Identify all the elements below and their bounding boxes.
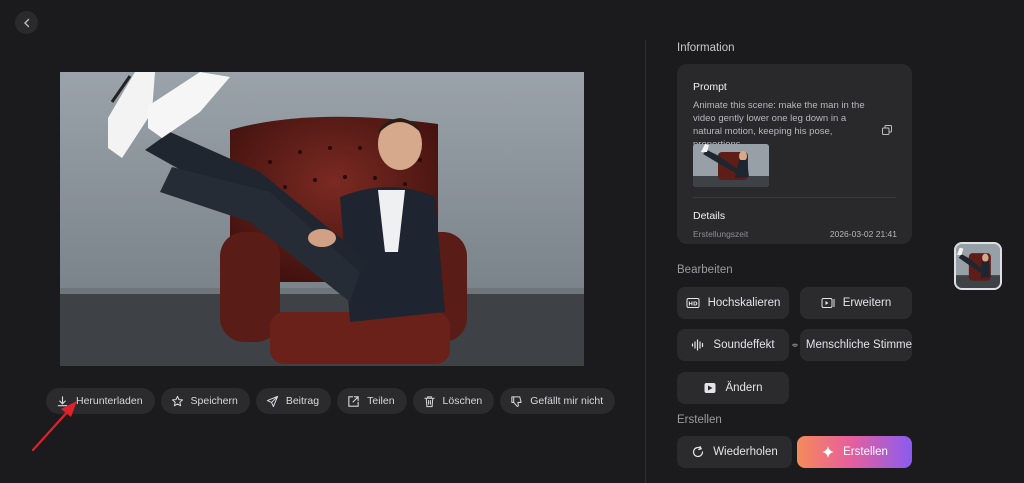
delete-button[interactable]: Löschen	[412, 388, 495, 414]
repeat-label: Wiederholen	[713, 446, 778, 458]
edit-section-label: Bearbeiten	[677, 264, 733, 276]
human-voice-label: Menschliche Stimme	[805, 339, 912, 351]
prompt-label: Prompt	[693, 81, 727, 93]
share-icon	[348, 395, 359, 407]
download-label: Herunterladen	[76, 395, 143, 407]
dislike-button[interactable]: Gefällt mir nicht	[500, 388, 616, 414]
create-label: Erstellen	[843, 446, 888, 458]
upscale-label: Hochskalieren	[707, 297, 781, 309]
refresh-icon	[693, 445, 704, 458]
send-icon	[266, 395, 278, 407]
detail-key: Erstellungszeit	[693, 229, 749, 239]
extend-button[interactable]: Erweitern	[800, 287, 912, 319]
panel-divider	[645, 40, 646, 483]
post-button[interactable]: Beitrag	[255, 388, 332, 414]
delete-label: Löschen	[442, 395, 483, 407]
expand-video-icon	[821, 298, 835, 308]
image-action-toolbar: Herunterladen Speichern Beitrag Teilen L…	[46, 388, 616, 414]
preview-illustration	[60, 72, 584, 366]
back-button[interactable]	[15, 11, 38, 34]
information-card: Prompt Animate this scene: make the man …	[677, 64, 912, 244]
detail-value: 2026-03-02 21:41	[829, 229, 897, 239]
upscale-button[interactable]: HD Hochskalieren	[677, 287, 789, 319]
hd-icon: HD	[686, 298, 700, 308]
chevron-left-icon	[23, 18, 29, 27]
share-label: Teilen	[367, 395, 395, 407]
star-icon	[171, 395, 183, 406]
information-heading: Information	[677, 42, 735, 54]
modify-label: Ändern	[725, 382, 763, 394]
sparkle-icon	[822, 446, 835, 458]
modify-button[interactable]: Ändern	[677, 372, 789, 404]
annotation-arrow	[31, 401, 77, 452]
edit-video-icon	[704, 383, 716, 393]
thumbnail-illustration	[693, 144, 769, 187]
waveform-icon	[692, 339, 704, 351]
share-button[interactable]: Teilen	[337, 388, 407, 414]
sound-effect-label: Soundeffekt	[713, 339, 775, 351]
create-button[interactable]: Erstellen	[797, 436, 912, 468]
save-button[interactable]: Speichern	[160, 388, 250, 414]
dislike-label: Gefällt mir nicht	[530, 395, 604, 407]
create-section-label: Erstellen	[677, 414, 722, 426]
details-label: Details	[693, 210, 726, 222]
human-voice-button[interactable]: Menschliche Stimme	[792, 329, 912, 361]
repeat-button[interactable]: Wiederholen	[677, 436, 792, 468]
save-label: Speichern	[190, 395, 238, 407]
trash-icon	[423, 395, 435, 407]
lips-icon	[792, 343, 798, 347]
sound-effect-button[interactable]: Soundeffekt	[677, 329, 789, 361]
card-separator	[693, 197, 896, 198]
thumbs-down-icon	[511, 395, 522, 407]
side-thumbnail-illustration	[956, 244, 1000, 288]
extend-label: Erweitern	[842, 297, 892, 309]
result-thumbnail[interactable]	[954, 242, 1002, 290]
prompt-reference-thumbnail[interactable]	[693, 144, 769, 187]
generated-image-preview[interactable]	[60, 72, 584, 366]
copy-icon[interactable]	[881, 124, 893, 136]
svg-text:HD: HD	[688, 302, 698, 308]
post-label: Beitrag	[285, 395, 320, 407]
